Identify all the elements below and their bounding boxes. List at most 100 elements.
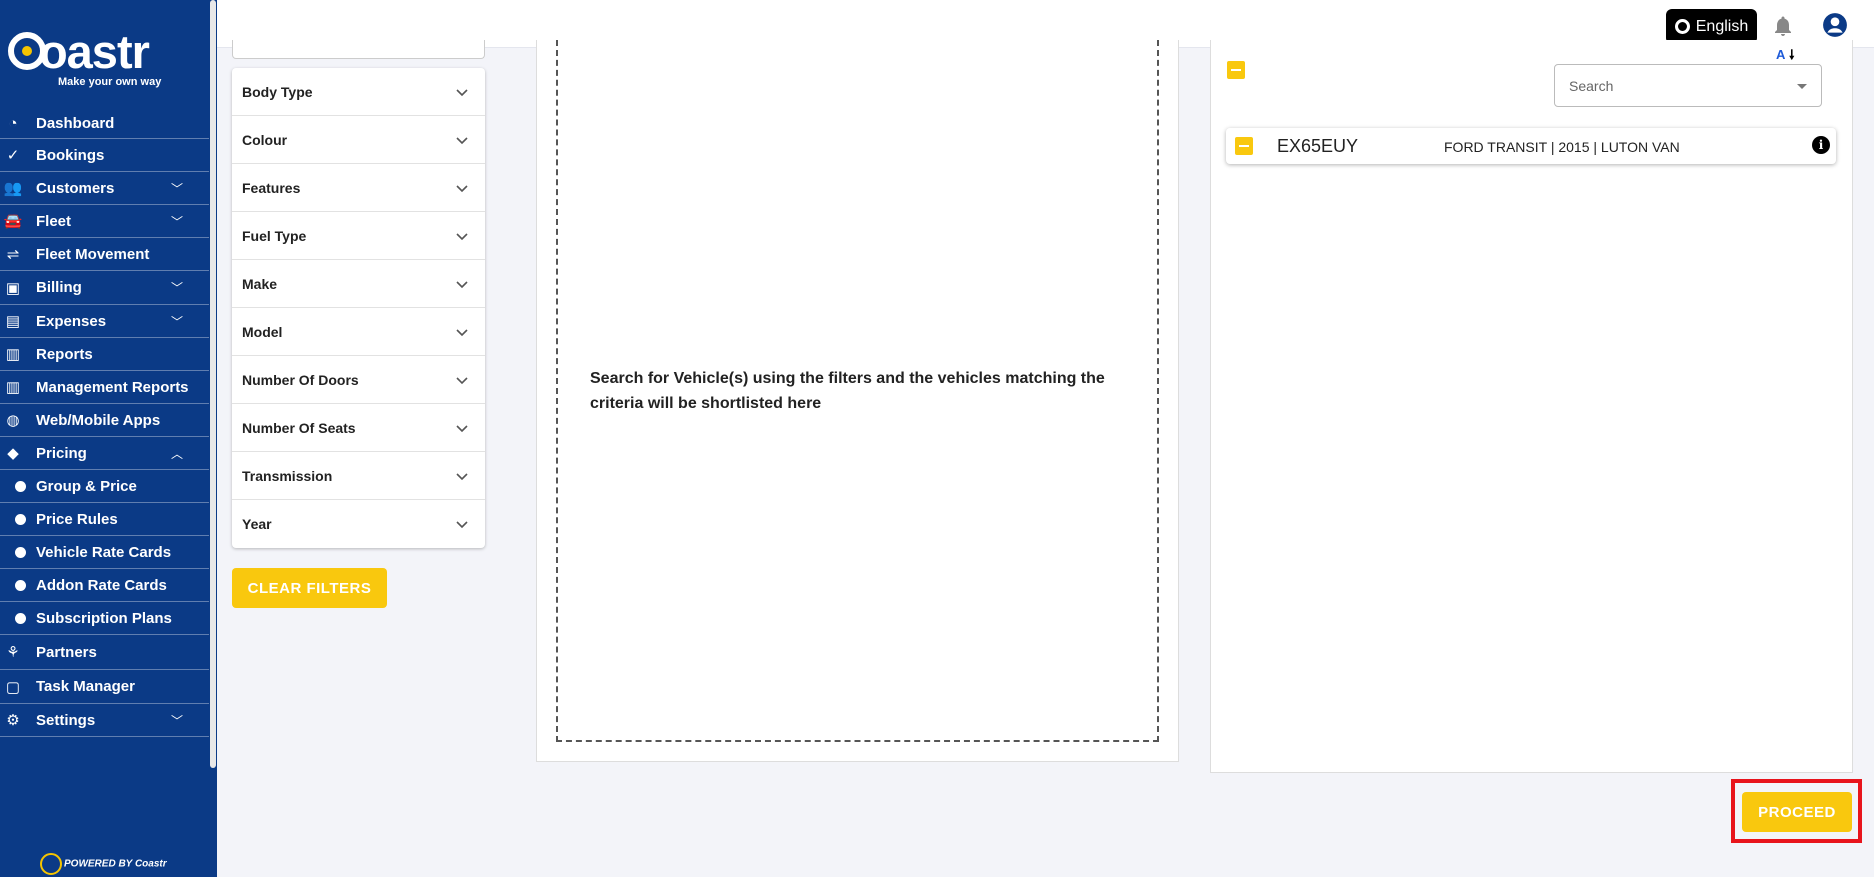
filter-number-of-seats[interactable]: Number Of Seats <box>232 404 485 452</box>
calendar-icon: ▢ <box>5 678 21 696</box>
sidebar-item-billing[interactable]: ▣ Billing ﹀ <box>0 271 209 305</box>
sort-indicator[interactable]: A 🠗 <box>1776 46 1795 68</box>
filter-label: Model <box>242 323 283 340</box>
sidebar-item-label: Management Reports <box>36 378 189 396</box>
filter-label: Make <box>242 275 278 292</box>
sidebar-item-partners[interactable]: ⚘ Partners <box>0 635 209 670</box>
chevron-down-icon[interactable] <box>455 469 469 483</box>
sidebar-item-reports[interactable]: ▥ Reports <box>0 338 209 371</box>
vehicle-search-select[interactable] <box>1554 64 1822 107</box>
chevron-down-icon[interactable]: ﹀ <box>171 712 183 729</box>
sidebar-item-price-rules[interactable]: Price Rules <box>0 503 209 536</box>
filter-colour[interactable]: Colour <box>232 116 485 164</box>
sidebar-item-label: Dashboard <box>36 114 115 132</box>
chevron-down-icon[interactable]: ﹀ <box>171 180 183 197</box>
filter-year[interactable]: Year <box>232 500 485 548</box>
gear-icon: ⚙ <box>6 712 20 729</box>
sidebar-item-label: Reports <box>36 345 93 363</box>
sidebar-item-label: Expenses <box>36 312 107 330</box>
bar-chart-icon: ▥ <box>5 379 21 396</box>
vehicle-search-input[interactable] <box>1569 75 1789 97</box>
chevron-down-icon[interactable] <box>455 373 469 387</box>
language-button[interactable]: English <box>1666 9 1757 44</box>
filter-label: Body Type <box>242 83 313 100</box>
sidebar-item-fleet[interactable]: 🚘 Fleet ﹀ <box>0 205 209 238</box>
chevron-down-icon[interactable] <box>455 229 469 243</box>
coastr-logo[interactable]: Coastr Make your own way <box>6 26 181 90</box>
sidebar-scrollbar[interactable] <box>209 0 217 877</box>
filter-search-input[interactable] <box>232 40 485 59</box>
powered-by-icon <box>40 853 62 875</box>
powered-by-logo: POWERED BY Coastr <box>40 853 167 875</box>
filter-fuel-type[interactable]: Fuel Type <box>232 212 485 260</box>
proceed-button[interactable]: PROCEED <box>1742 792 1852 832</box>
chevron-up-icon[interactable]: ︿ <box>171 445 183 462</box>
sidebar-item-label: Subscription Plans <box>36 609 172 627</box>
sidebar-item-task-manager[interactable]: ▢ Task Manager <box>0 670 209 704</box>
filter-make[interactable]: Make <box>232 260 485 308</box>
filter-features[interactable]: Features <box>232 164 485 212</box>
sidebar-item-label: Bookings <box>36 146 105 164</box>
filter-model[interactable]: Model <box>232 308 485 356</box>
clear-filters-button[interactable]: CLEAR FILTERS <box>232 568 387 608</box>
tag-icon: ◆ <box>7 445 19 462</box>
sidebar-item-label: Partners <box>36 643 97 661</box>
dashboard-icon: ◔ <box>8 114 18 132</box>
sidebar-item-expenses[interactable]: ▤ Expenses ﹀ <box>0 305 209 338</box>
sidebar-item-settings[interactable]: ⚙ Settings ﹀ <box>0 704 209 737</box>
filter-transmission[interactable]: Transmission <box>232 452 485 500</box>
selected-vehicles-panel: EX65EUY FORD TRANSIT | 2015 | LUTON VAN … <box>1210 40 1853 773</box>
search-results-panel: Search for Vehicle(s) using the filters … <box>536 40 1179 762</box>
sidebar-item-management-reports[interactable]: ▥ Management Reports <box>0 371 209 404</box>
chevron-down-icon[interactable] <box>455 517 469 531</box>
filter-body-type[interactable]: Body Type <box>232 68 485 116</box>
chevron-down-icon[interactable]: ﹀ <box>171 213 183 230</box>
chevron-down-icon[interactable]: ﹀ <box>171 313 183 330</box>
language-circle-icon <box>1674 19 1690 34</box>
user-account-icon[interactable] <box>1822 12 1848 38</box>
sidebar-item-label: Fleet Movement <box>36 245 150 263</box>
sidebar-item-group-price[interactable]: Group & Price <box>0 470 209 503</box>
chevron-down-icon[interactable]: ﹀ <box>171 279 183 296</box>
info-icon[interactable]: i <box>1812 136 1830 154</box>
card-icon: ▤ <box>5 313 21 330</box>
sort-arrow-icon: 🠗 <box>1789 47 1795 62</box>
select-all-checkbox[interactable] <box>1227 61 1245 79</box>
chevron-down-icon[interactable] <box>455 133 469 147</box>
sidebar-item-web-mobile-apps[interactable]: ◍ Web/Mobile Apps <box>0 404 209 437</box>
sidebar-item-customers[interactable]: 👥 Customers ﹀ <box>0 172 209 205</box>
vehicle-checkbox[interactable] <box>1235 137 1253 155</box>
sidebar-scrollbar-thumb[interactable] <box>210 0 216 768</box>
filter-number-of-doors[interactable]: Number Of Doors <box>232 356 485 404</box>
sidebar-item-label: Group & Price <box>36 477 137 495</box>
sidebar-item-label: Fleet <box>36 212 72 230</box>
sidebar: Coastr Make your own way ◔ Dashboard ✓ Book… <box>0 0 217 877</box>
chevron-down-icon[interactable] <box>455 181 469 195</box>
bullet-icon <box>15 612 26 624</box>
sidebar-item-addon-rate-cards[interactable]: Addon Rate Cards <box>0 569 209 602</box>
bell-icon[interactable] <box>1771 14 1795 38</box>
vehicle-row[interactable]: EX65EUY FORD TRANSIT | 2015 | LUTON VAN … <box>1226 128 1836 164</box>
sidebar-item-pricing[interactable]: ◆ Pricing ︿ <box>0 437 209 470</box>
chevron-down-icon[interactable] <box>455 325 469 339</box>
check-circle-icon: ✓ <box>6 147 20 164</box>
sidebar-nav: ◔ Dashboard ✓ Bookings 👥 Customers ﹀ 🚘 Fleet ﹀ ⇌ Fl… <box>0 108 209 737</box>
bullet-icon <box>15 546 26 558</box>
chevron-down-icon[interactable] <box>455 421 469 435</box>
sidebar-item-bookings[interactable]: ✓ Bookings <box>0 139 209 172</box>
chevron-down-icon[interactable] <box>455 277 469 291</box>
chevron-down-icon[interactable] <box>455 85 469 99</box>
sidebar-item-label: Price Rules <box>36 510 118 528</box>
sidebar-item-label: Settings <box>36 711 96 729</box>
filter-label: Fuel Type <box>242 227 307 244</box>
vehicle-plate: EX65EUY <box>1277 136 1359 156</box>
sidebar-item-vehicle-rate-cards[interactable]: Vehicle Rate Cards <box>0 536 209 569</box>
filter-label: Colour <box>242 131 288 148</box>
sidebar-item-fleet-movement[interactable]: ⇌ Fleet Movement <box>0 238 209 271</box>
sidebar-item-subscription-plans[interactable]: Subscription Plans <box>0 602 209 635</box>
filter-label: Year <box>242 516 272 532</box>
dropdown-caret-icon[interactable] <box>1797 84 1807 89</box>
fleet-movement-icon: ⇌ <box>6 246 20 263</box>
sidebar-item-dashboard[interactable]: ◔ Dashboard <box>0 108 209 139</box>
bullet-icon <box>15 579 26 591</box>
